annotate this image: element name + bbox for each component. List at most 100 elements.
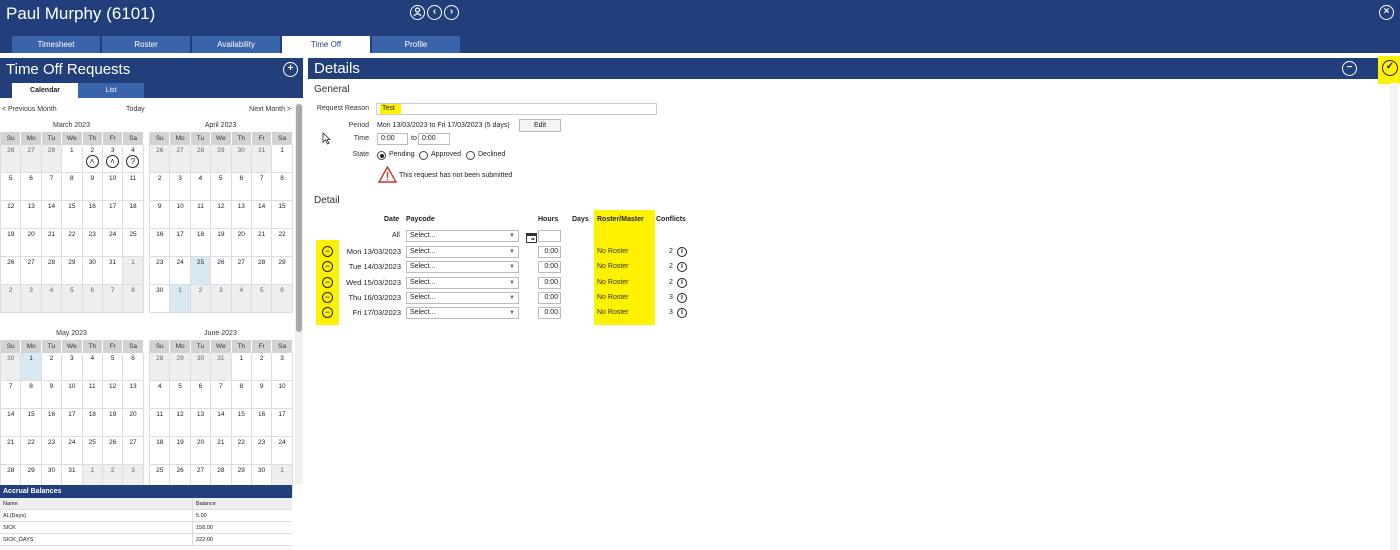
calendar-day[interactable]: 12 bbox=[211, 201, 232, 229]
collapse-icon[interactable]: − bbox=[1342, 61, 1357, 76]
add-icon[interactable]: + bbox=[283, 62, 298, 77]
calendar-day[interactable]: 1 bbox=[272, 145, 293, 173]
chevron-left-icon[interactable]: ‹ bbox=[427, 5, 442, 20]
calendar-day[interactable]: 16 bbox=[82, 201, 103, 229]
calendar-day[interactable]: 6 bbox=[82, 285, 103, 313]
calendar-day[interactable]: 31 bbox=[251, 145, 273, 173]
calendar-day[interactable]: 19 bbox=[1, 229, 22, 257]
today-link[interactable]: Today bbox=[126, 106, 145, 113]
calendar-day[interactable]: 2 bbox=[41, 353, 63, 381]
calendar-day[interactable]: 8 bbox=[62, 173, 83, 201]
calendar-day[interactable]: 3 bbox=[211, 285, 232, 313]
calendar-day[interactable]: 25 bbox=[82, 437, 103, 465]
calendar-day[interactable]: 5 bbox=[1, 173, 22, 201]
calendar-day[interactable]: 26 bbox=[211, 257, 232, 285]
declined-radio[interactable] bbox=[466, 151, 475, 160]
calendar-day[interactable]: 2 bbox=[150, 173, 171, 201]
hours-input[interactable]: 0:00 bbox=[538, 261, 561, 274]
calendar-day[interactable]: 29 bbox=[211, 145, 232, 173]
all-paycode-select[interactable]: Select... ▼ bbox=[406, 230, 519, 242]
calendar-day[interactable]: 27 bbox=[123, 437, 144, 465]
calendar-day[interactable]: 2 bbox=[251, 353, 273, 381]
calendar-day[interactable]: 23 bbox=[41, 437, 63, 465]
calendar-day[interactable]: 21 bbox=[1, 437, 22, 465]
calendar-day[interactable]: 11 bbox=[82, 381, 103, 409]
chevron-right-icon[interactable]: › bbox=[444, 5, 459, 20]
pending-radio[interactable] bbox=[377, 151, 386, 160]
calendar-day[interactable]: 22 bbox=[21, 437, 42, 465]
calendar-day[interactable]: 18 bbox=[150, 437, 171, 465]
tab-roster[interactable]: Roster bbox=[102, 36, 190, 53]
calendar-day[interactable]: 10 bbox=[62, 381, 83, 409]
calendar-day[interactable]: 5 bbox=[251, 285, 273, 313]
calendar-day[interactable]: 23 bbox=[82, 229, 103, 257]
calendar-day[interactable]: 14 bbox=[1, 409, 22, 437]
calendar-day[interactable]: 24 bbox=[272, 437, 293, 465]
tab-time-off[interactable]: Time Off bbox=[282, 36, 370, 54]
calendar-day[interactable]: 1 bbox=[123, 257, 144, 285]
calendar-day[interactable]: 8 bbox=[21, 381, 42, 409]
hours-input[interactable]: 0:00 bbox=[538, 291, 561, 304]
calendar-day[interactable]: 26 bbox=[1, 145, 22, 173]
edit-button[interactable]: Edit bbox=[519, 119, 561, 132]
calendar-scrollbar[interactable] bbox=[295, 104, 303, 484]
calendar-day[interactable]: 14 bbox=[251, 201, 273, 229]
calendar-day[interactable]: 20 bbox=[123, 409, 144, 437]
calendar-day[interactable]: 19 bbox=[102, 409, 124, 437]
calendar-day[interactable]: 1 bbox=[21, 353, 42, 381]
all-hours-input[interactable] bbox=[538, 230, 561, 242]
calendar-day[interactable]: 6 bbox=[231, 173, 252, 201]
calendar-day[interactable]: 7 bbox=[102, 285, 124, 313]
calendar-day[interactable]: 23 bbox=[150, 257, 171, 285]
calendar-day[interactable]: 31 bbox=[102, 257, 124, 285]
calendar-day[interactable]: 9 bbox=[41, 381, 63, 409]
calendar-day[interactable]: 4 bbox=[41, 285, 63, 313]
calendar-day[interactable]: 27 bbox=[21, 145, 42, 173]
calendar-day[interactable]: 19 bbox=[170, 437, 191, 465]
calendar-day[interactable]: 4? bbox=[123, 145, 144, 173]
calendar-day[interactable]: 18 bbox=[190, 229, 212, 257]
calendar-day[interactable]: 9 bbox=[82, 173, 103, 201]
calendar-day[interactable]: 9 bbox=[251, 381, 273, 409]
calendar-day[interactable]: 29 bbox=[62, 257, 83, 285]
calendar-day[interactable]: 14 bbox=[41, 201, 63, 229]
calendar-day[interactable]: 5 bbox=[170, 381, 191, 409]
paycode-select[interactable]: Select... ▼ bbox=[406, 246, 519, 258]
hours-input[interactable]: 0:00 bbox=[538, 276, 561, 289]
calendar-day[interactable]: 21 bbox=[41, 229, 63, 257]
calendar-day[interactable]: 15 bbox=[21, 409, 42, 437]
calendar-day[interactable]: 24 bbox=[170, 257, 191, 285]
calendar-day[interactable]: 4 bbox=[190, 173, 212, 201]
pending-request-icon[interactable]: ˄ bbox=[85, 155, 99, 168]
calendar-day[interactable]: 4 bbox=[231, 285, 252, 313]
calendar-day[interactable]: 29 bbox=[170, 353, 191, 381]
request-reason-input[interactable]: Test bbox=[376, 103, 657, 115]
calendar-day[interactable]: 13 bbox=[123, 381, 144, 409]
info-icon[interactable]: i bbox=[677, 308, 687, 319]
calendar-day[interactable]: 3 ˄ bbox=[102, 145, 124, 173]
calendar-day[interactable]: 21 bbox=[211, 437, 232, 465]
calendar-day[interactable]: 26 bbox=[1, 257, 22, 285]
info-icon[interactable]: i bbox=[677, 277, 687, 288]
calendar-day[interactable]: 5 bbox=[102, 353, 124, 381]
calendar-day[interactable]: 12 bbox=[1, 201, 22, 229]
calendar-day[interactable]: 28 bbox=[251, 257, 273, 285]
calendar-day[interactable]: 14 bbox=[211, 409, 232, 437]
check-icon[interactable]: ✓ bbox=[1382, 60, 1398, 76]
calendar-day[interactable]: 28 bbox=[150, 353, 171, 381]
time-from-input[interactable]: 0:00 bbox=[377, 133, 408, 145]
calendar-day[interactable]: 9 bbox=[150, 201, 171, 229]
calendar-day[interactable]: 15 bbox=[231, 409, 252, 437]
calendar-day[interactable]: 22 bbox=[62, 229, 83, 257]
calendar-day[interactable]: 30 bbox=[82, 257, 103, 285]
calendar-day[interactable]: 22 bbox=[272, 229, 293, 257]
calendar-day[interactable]: 12 bbox=[102, 381, 124, 409]
pending-request-icon[interactable]: ˄ bbox=[105, 155, 119, 168]
calendar-day[interactable]: 20 bbox=[21, 229, 42, 257]
calendar-day[interactable]: 13 bbox=[190, 409, 212, 437]
calendar-day[interactable]: 7 bbox=[251, 173, 273, 201]
calendar-day[interactable]: 19 bbox=[211, 229, 232, 257]
calendar-day[interactable]: 3 bbox=[170, 173, 191, 201]
hours-input[interactable]: 0:00 bbox=[538, 307, 561, 320]
previous-month-link[interactable]: < Previous Month bbox=[2, 106, 57, 113]
